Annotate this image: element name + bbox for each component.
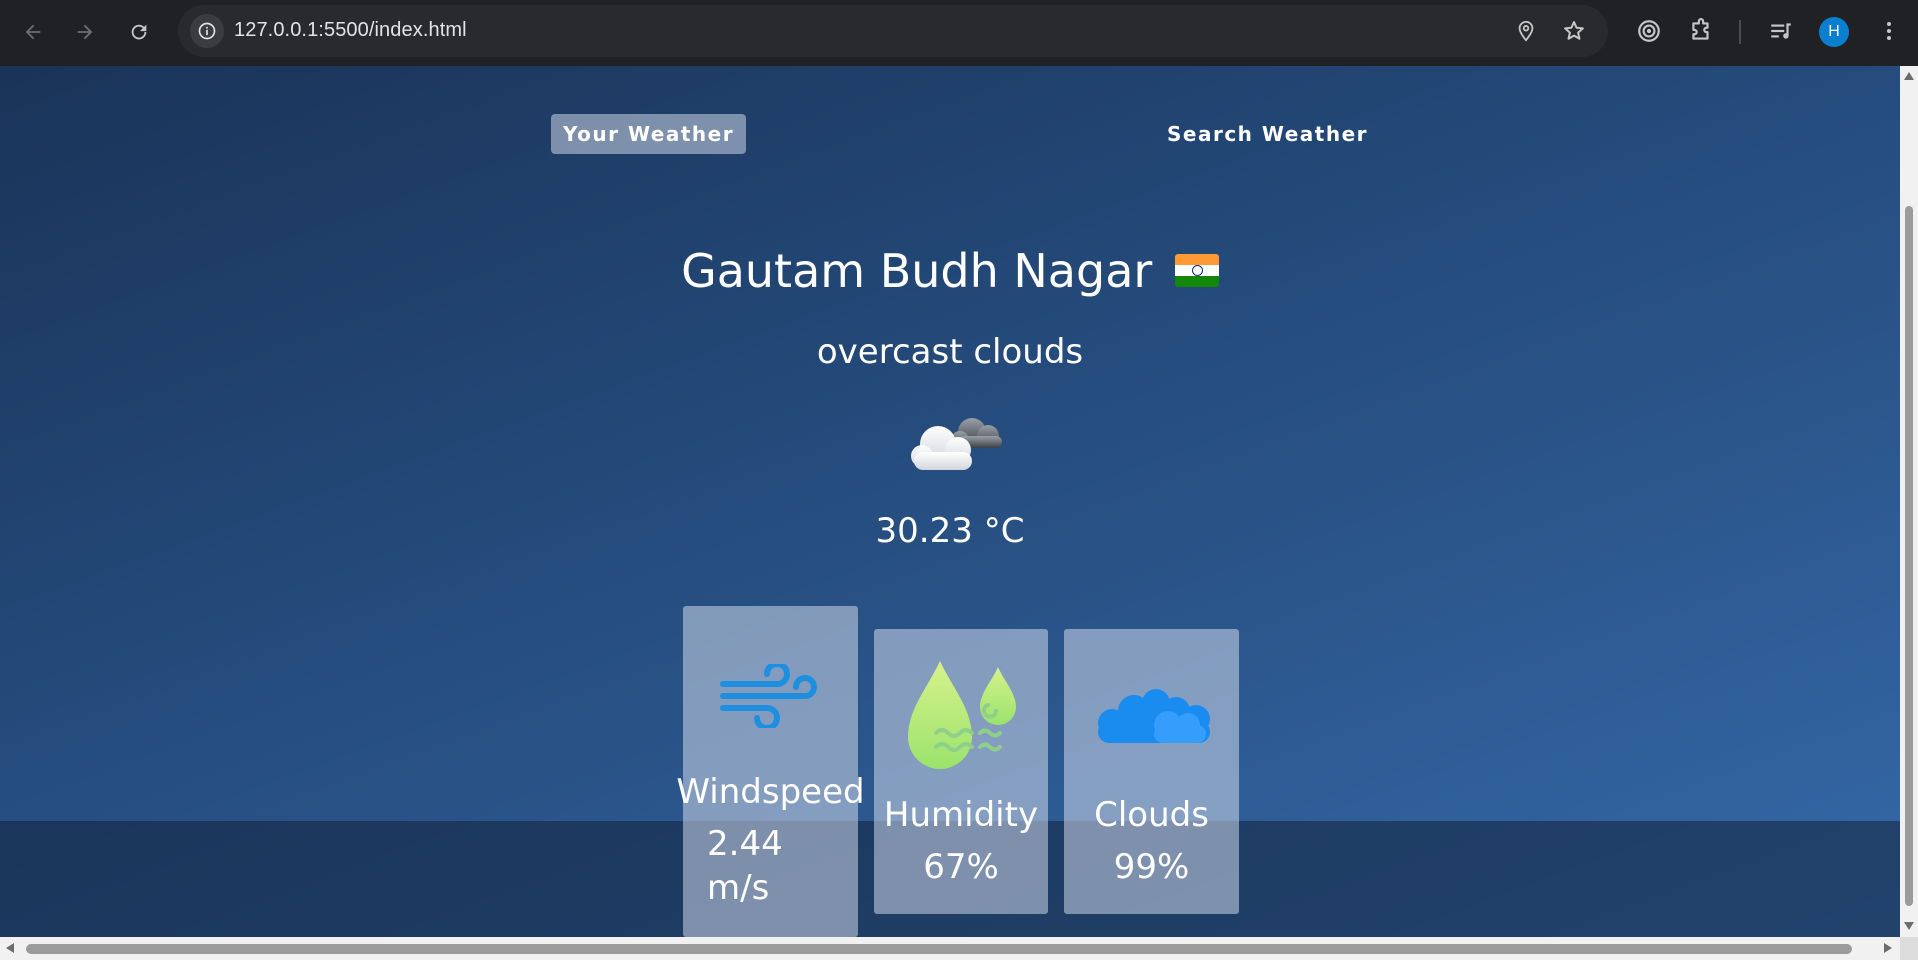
scroll-right-icon[interactable] [1884, 943, 1892, 953]
clouds-card: Clouds 99% [1064, 629, 1239, 914]
wind-icon [720, 664, 817, 728]
toolbar-separator [1739, 20, 1741, 44]
weather-description: overcast clouds [816, 332, 1084, 372]
windspeed-card: Windspeed 2.44 m/s [676, 606, 865, 937]
reload-icon [131, 24, 147, 40]
scroll-down-icon[interactable] [1904, 922, 1914, 930]
reload-button[interactable] [122, 15, 156, 49]
windspeed-value: 2.44 [707, 824, 783, 864]
horizontal-scroll-thumb[interactable] [26, 944, 1852, 954]
browser-toolbar: 127.0.0.1:5500/index.html H [0, 0, 1918, 66]
arrow-left-icon [25, 24, 41, 40]
page-viewport: Your Weather Search Weather Gautam Budh … [0, 66, 1900, 937]
city-title: Gautam Budh Nagar [0, 244, 1900, 298]
media-queue-icon[interactable] [1766, 16, 1796, 46]
menu-kebab-icon[interactable] [1874, 16, 1904, 46]
location-icon[interactable] [1512, 17, 1540, 45]
cloud-icon [1098, 689, 1210, 743]
extensions-icon[interactable] [1686, 16, 1716, 46]
humidity-card: Humidity 67% [874, 629, 1048, 914]
tab-your-weather[interactable]: Your Weather [551, 114, 747, 154]
windspeed-unit: m/s [707, 868, 770, 908]
info-icon [198, 22, 216, 40]
scrollbar-corner [1900, 937, 1918, 960]
site-info-button[interactable] [190, 14, 224, 48]
back-button[interactable] [16, 15, 50, 49]
target-icon[interactable] [1634, 16, 1664, 46]
city-name: Gautam Budh Nagar [681, 244, 1153, 298]
windspeed-label: Windspeed [676, 772, 865, 812]
overcast-clouds-icon [911, 418, 1002, 470]
forward-button[interactable] [68, 15, 102, 49]
clouds-value: 99% [1113, 847, 1190, 887]
horizontal-scrollbar[interactable] [0, 937, 1900, 960]
profile-avatar[interactable]: H [1819, 17, 1849, 47]
clouds-label: Clouds [1094, 795, 1209, 835]
vertical-scrollbar[interactable] [1900, 66, 1918, 937]
humidity-drops-icon [908, 661, 1016, 769]
india-flag-icon [1174, 254, 1219, 287]
bookmark-star-icon[interactable] [1560, 17, 1588, 45]
humidity-label: Humidity [883, 795, 1039, 835]
scroll-up-icon[interactable] [1904, 72, 1914, 80]
tab-search-weather[interactable]: Search Weather [1155, 114, 1380, 154]
address-bar[interactable]: 127.0.0.1:5500/index.html [178, 5, 1608, 57]
vertical-scroll-thumb[interactable] [1905, 206, 1913, 906]
url-text[interactable]: 127.0.0.1:5500/index.html [234, 19, 467, 42]
arrow-right-icon [77, 24, 93, 40]
temperature: 30.23 °C [875, 511, 1025, 551]
scroll-left-icon[interactable] [6, 943, 14, 953]
humidity-value: 67% [923, 847, 999, 887]
